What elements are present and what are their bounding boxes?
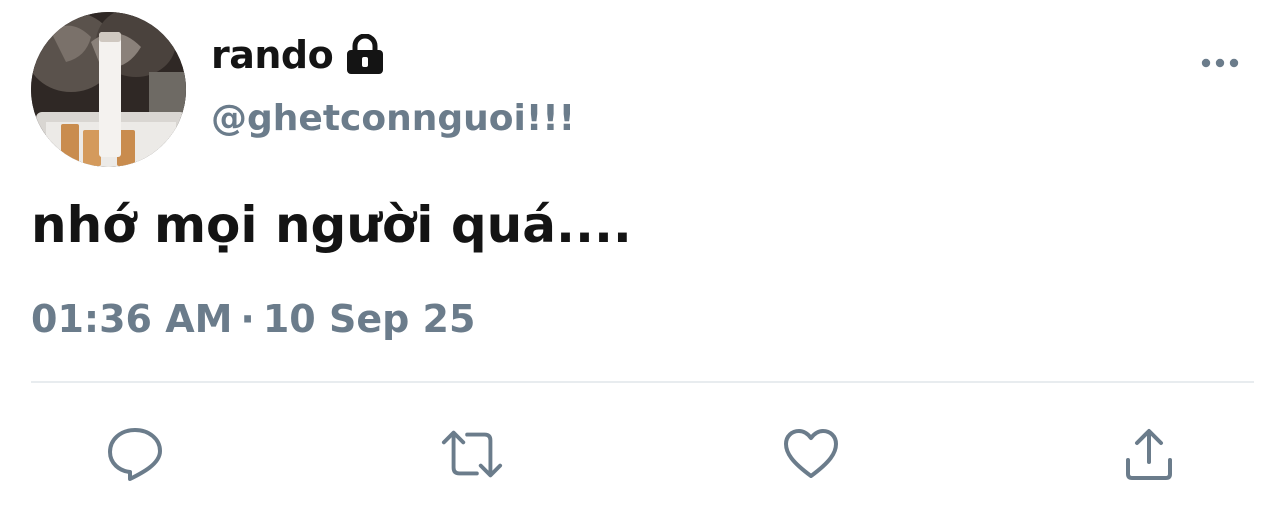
share-button[interactable]	[1117, 422, 1181, 486]
tweet-time: 01:36 AM	[31, 297, 233, 341]
share-icon	[1126, 429, 1172, 480]
reply-button[interactable]	[103, 422, 167, 486]
retweet-icon	[441, 430, 503, 478]
more-horizontal-icon	[1201, 58, 1239, 68]
heart-icon	[784, 429, 838, 478]
timestamp-separator: ·	[240, 297, 255, 341]
lock-icon	[345, 34, 385, 76]
divider	[31, 381, 1254, 383]
avatar-image	[31, 12, 186, 167]
like-button[interactable]	[779, 422, 843, 486]
avatar[interactable]	[31, 12, 186, 167]
tweet-timestamp[interactable]: 01:36 AM · 10 Sep 25	[31, 297, 475, 341]
retweet-button[interactable]	[440, 422, 504, 486]
author-handle[interactable]: @ghetconnguoi!!!	[211, 98, 575, 139]
tweet-text: nhớ mọi người quá....	[31, 196, 632, 254]
author-name-row: rando	[211, 30, 385, 80]
tweet-date: 10 Sep 25	[262, 297, 476, 341]
reply-icon	[108, 428, 162, 481]
display-name[interactable]: rando	[211, 33, 334, 77]
more-options-button[interactable]	[1195, 45, 1245, 81]
